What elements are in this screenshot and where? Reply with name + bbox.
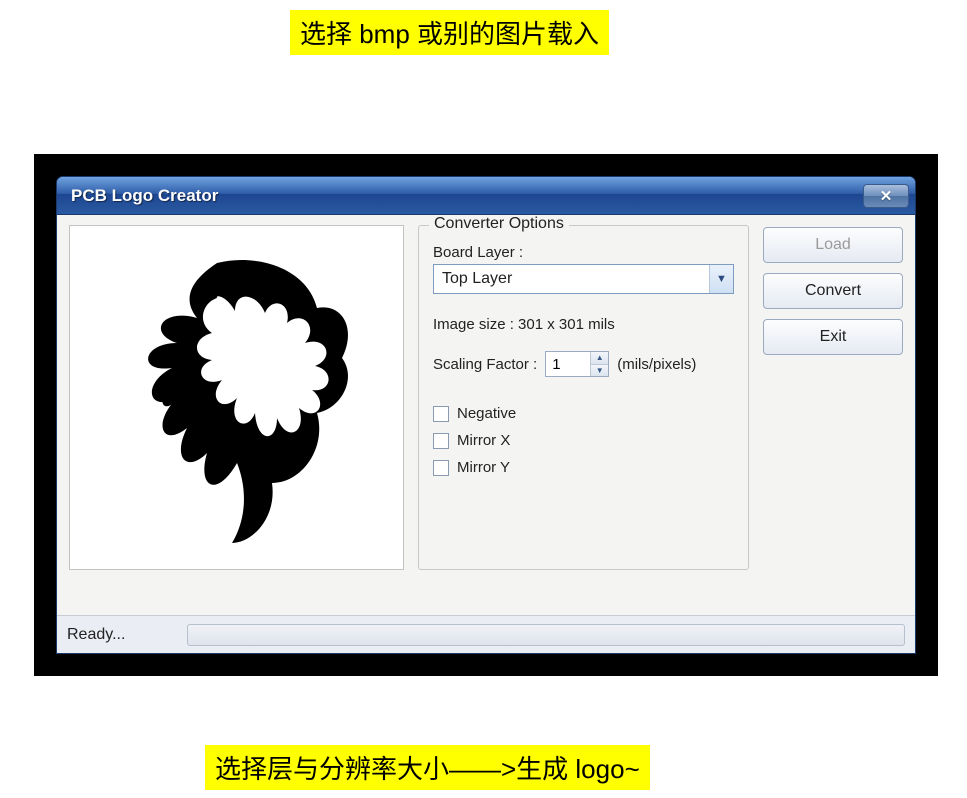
scaling-factor-spinner[interactable]: ▲ ▼ xyxy=(545,351,609,377)
scaling-factor-input[interactable] xyxy=(546,352,590,376)
status-bar: Ready... xyxy=(57,615,915,653)
convert-button[interactable]: Convert xyxy=(763,273,903,309)
negative-checkbox[interactable] xyxy=(433,406,449,422)
spinner-up-icon[interactable]: ▲ xyxy=(591,352,608,365)
app-window: PCB Logo Creator ✕ Converter Options xyxy=(56,176,916,654)
chevron-down-icon[interactable]: ▼ xyxy=(709,265,733,293)
board-layer-value: Top Layer xyxy=(434,270,709,288)
group-legend: Converter Options xyxy=(429,215,569,233)
board-layer-combo[interactable]: Top Layer ▼ xyxy=(433,264,734,294)
annotation-top: 选择 bmp 或别的图片载入 xyxy=(290,10,609,55)
close-button[interactable]: ✕ xyxy=(863,184,909,208)
mirror-y-checkbox[interactable] xyxy=(433,460,449,476)
scaling-unit-label: (mils/pixels) xyxy=(617,356,696,373)
load-button[interactable]: Load xyxy=(763,227,903,263)
window-title: PCB Logo Creator xyxy=(71,186,863,206)
side-button-column: Load Convert Exit xyxy=(763,225,903,609)
titlebar[interactable]: PCB Logo Creator ✕ xyxy=(57,177,915,215)
screenshot-outer-frame: PCB Logo Creator ✕ Converter Options xyxy=(34,154,938,676)
image-preview xyxy=(69,225,404,570)
exit-button[interactable]: Exit xyxy=(763,319,903,355)
annotation-bottom: 选择层与分辨率大小——>生成 logo~ xyxy=(205,745,650,790)
client-area: Converter Options Board Layer : Top Laye… xyxy=(57,215,915,615)
spinner-down-icon[interactable]: ▼ xyxy=(591,365,608,377)
mirror-y-label: Mirror Y xyxy=(457,459,510,476)
close-icon: ✕ xyxy=(880,187,893,205)
lion-logo-icon xyxy=(107,248,367,548)
negative-label: Negative xyxy=(457,405,516,422)
scaling-factor-label: Scaling Factor : xyxy=(433,356,537,373)
progress-bar xyxy=(187,624,905,646)
mirror-x-label: Mirror X xyxy=(457,432,510,449)
status-text: Ready... xyxy=(67,626,177,644)
converter-options-group: Converter Options Board Layer : Top Laye… xyxy=(418,225,749,570)
board-layer-label: Board Layer : xyxy=(433,244,734,261)
mirror-x-checkbox[interactable] xyxy=(433,433,449,449)
image-size-text: Image size : 301 x 301 mils xyxy=(433,316,734,333)
